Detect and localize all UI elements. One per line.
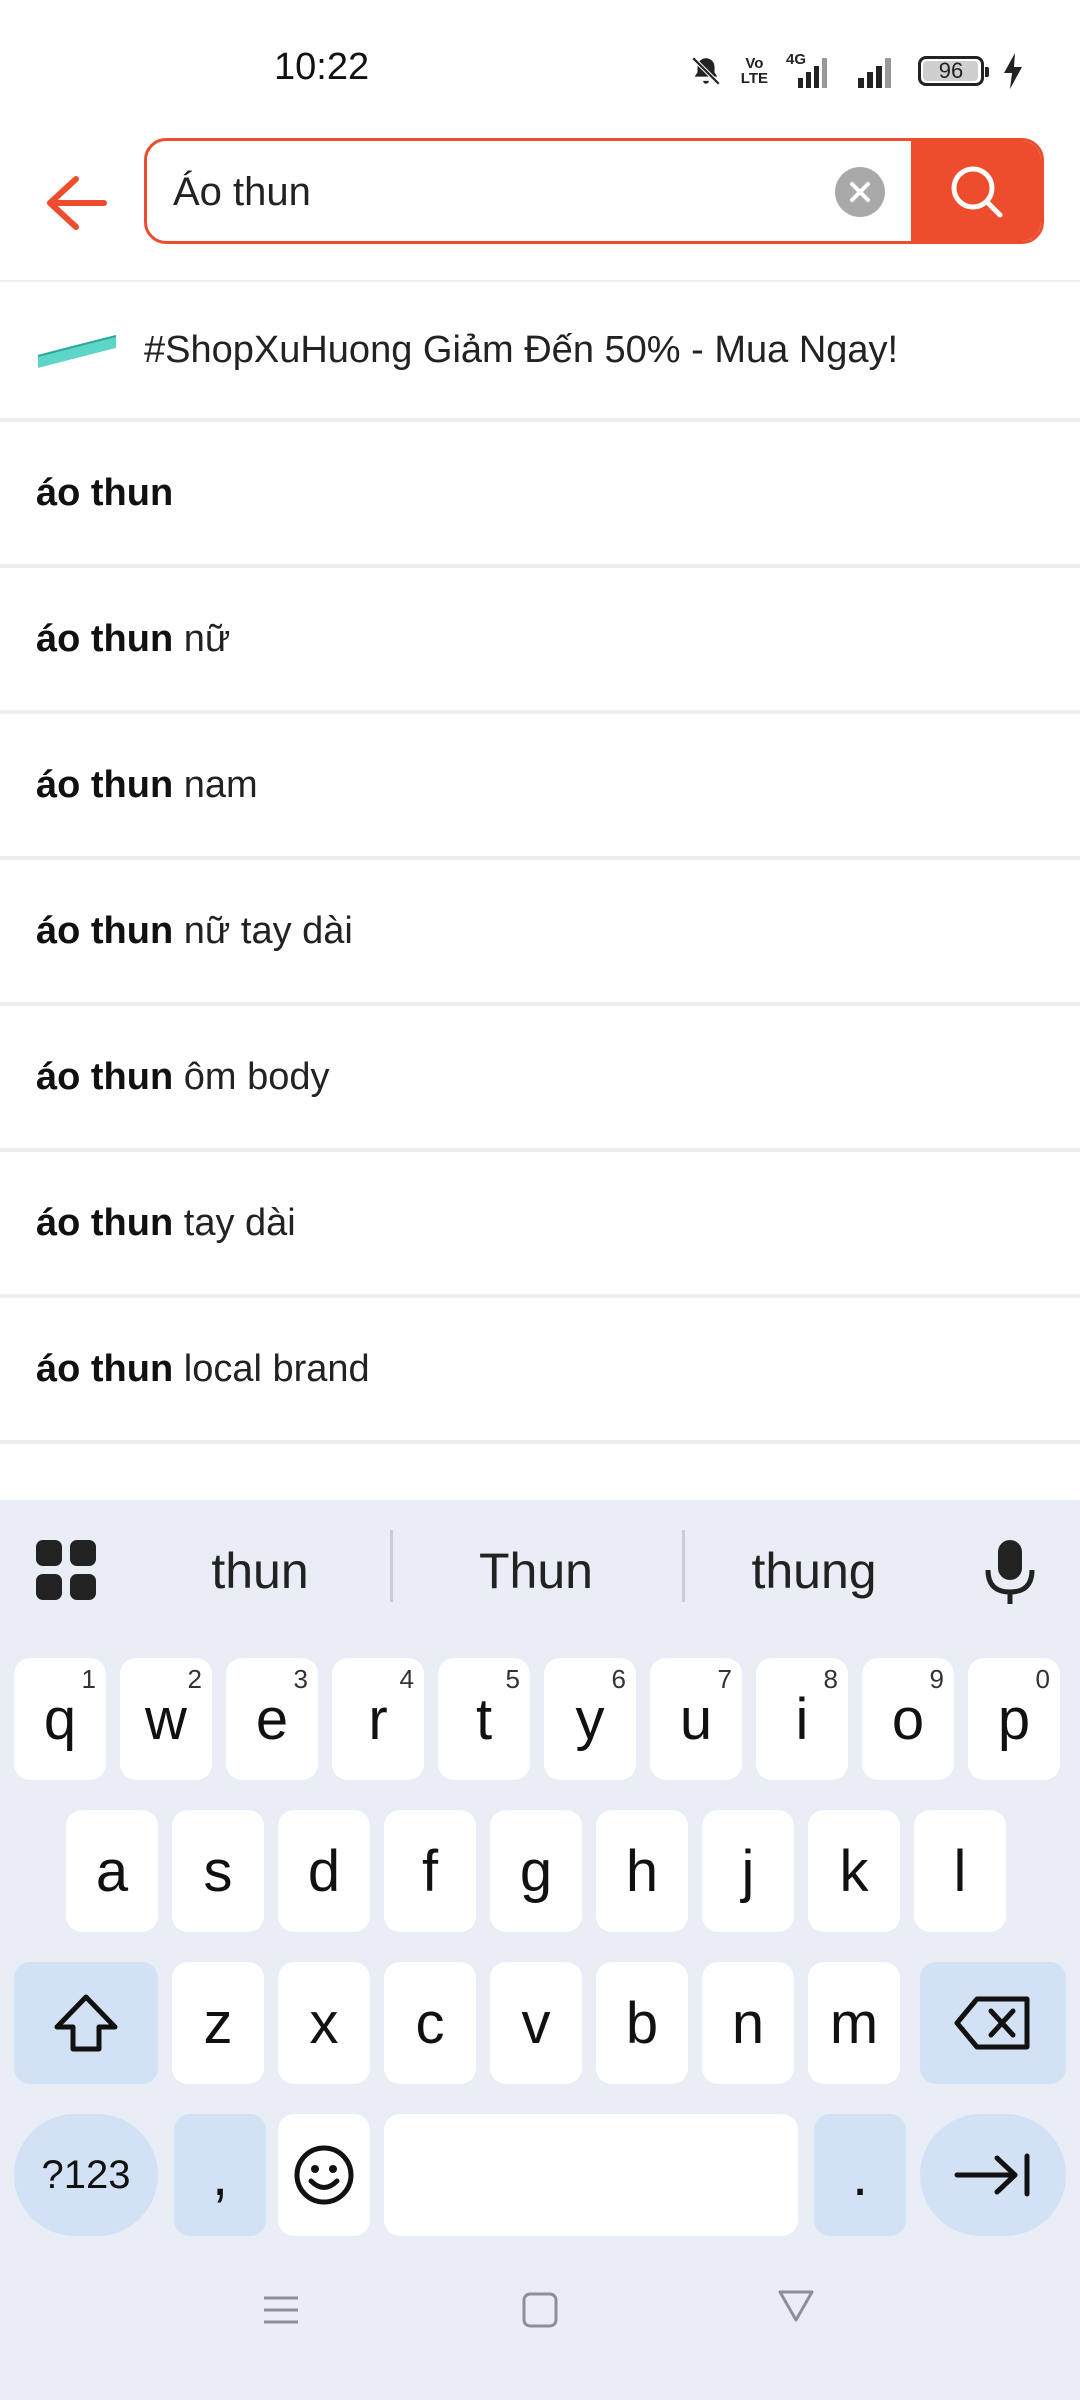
word-suggestion[interactable]: thun bbox=[150, 1536, 370, 1606]
key-e[interactable]: e3 bbox=[226, 1658, 318, 1780]
suggestion-match: áo thun bbox=[36, 1347, 174, 1390]
suggestion-item[interactable]: áo thun local brand bbox=[0, 1298, 1080, 1444]
apps-grid-icon[interactable] bbox=[36, 1540, 96, 1600]
word-suggestion[interactable]: thung bbox=[704, 1536, 924, 1606]
suggestion-item[interactable]: áo thun nam bbox=[0, 714, 1080, 860]
symbols-key[interactable]: ?123 bbox=[14, 2114, 158, 2236]
suggestion-rest: nam bbox=[173, 763, 258, 806]
close-icon bbox=[850, 182, 870, 202]
enter-key[interactable] bbox=[920, 2114, 1066, 2236]
suggestion-match: áo thun bbox=[36, 763, 174, 806]
key-t[interactable]: t5 bbox=[438, 1658, 530, 1780]
status-icons: Vo LTE 4G 96 bbox=[689, 48, 1024, 94]
shop-xu-huong-logo bbox=[37, 335, 117, 368]
key-a[interactable]: a bbox=[66, 1810, 158, 1932]
suggestion-rest: local brand bbox=[173, 1347, 370, 1390]
status-bar: 10:22 Vo LTE 4G 96 bbox=[0, 0, 1080, 130]
suggestion-rest: ôm body bbox=[173, 1055, 330, 1098]
menu-icon[interactable] bbox=[262, 2290, 300, 2330]
suggestion-item[interactable]: áo thun nữ bbox=[0, 568, 1080, 714]
key-l[interactable]: l bbox=[914, 1810, 1006, 1932]
suggestion-match: áo thun bbox=[36, 617, 174, 660]
emoji-key[interactable] bbox=[278, 2114, 370, 2236]
search-icon bbox=[951, 166, 1003, 218]
suggestion-divider bbox=[390, 1530, 393, 1602]
key-o[interactable]: o9 bbox=[862, 1658, 954, 1780]
clear-search-button[interactable] bbox=[835, 167, 885, 217]
back-button[interactable] bbox=[30, 158, 120, 248]
keyboard-suggestion-bar: thun Thun thung bbox=[0, 1500, 1080, 1640]
signal-4g-icon: 4G bbox=[786, 52, 836, 90]
charging-bolt-icon bbox=[1004, 53, 1022, 89]
key-k[interactable]: k bbox=[808, 1810, 900, 1932]
key-h[interactable]: h bbox=[596, 1810, 688, 1932]
suggestion-item[interactable]: áo thun nữ tay dài bbox=[0, 860, 1080, 1006]
search-button[interactable] bbox=[911, 141, 1041, 241]
system-nav-bar bbox=[0, 2240, 1080, 2400]
key-i[interactable]: i8 bbox=[756, 1658, 848, 1780]
key-q[interactable]: q1 bbox=[14, 1658, 106, 1780]
backspace-icon bbox=[954, 1996, 1030, 2050]
suggestion-match: áo thun bbox=[36, 909, 174, 952]
microphone-icon[interactable] bbox=[980, 1536, 1040, 1608]
square-home-icon[interactable] bbox=[520, 2290, 560, 2330]
suggestion-match: áo thun bbox=[36, 471, 174, 514]
tab-arrow-icon bbox=[954, 2153, 1030, 2197]
suggestion-rest: nữ bbox=[173, 617, 231, 660]
key-j[interactable]: j bbox=[702, 1810, 794, 1932]
key-v[interactable]: v bbox=[490, 1962, 582, 2084]
suggestion-list: #ShopXuHuong Giảm Đến 50% - Mua Ngay! áo… bbox=[0, 280, 1080, 1444]
suggestion-match: áo thun bbox=[36, 1055, 174, 1098]
signal-icon bbox=[858, 58, 891, 88]
key-r[interactable]: r4 bbox=[332, 1658, 424, 1780]
comma-key[interactable]: , bbox=[174, 2114, 266, 2236]
emoji-smile-icon bbox=[294, 2145, 354, 2205]
suggestion-match: áo thun bbox=[36, 1201, 174, 1244]
key-s[interactable]: s bbox=[172, 1810, 264, 1932]
key-n[interactable]: n bbox=[702, 1962, 794, 2084]
promo-suggestion[interactable]: #ShopXuHuong Giảm Đến 50% - Mua Ngay! bbox=[0, 280, 1080, 422]
key-f[interactable]: f bbox=[384, 1810, 476, 1932]
key-m[interactable]: m bbox=[808, 1962, 900, 2084]
key-z[interactable]: z bbox=[172, 1962, 264, 2084]
triangle-back-icon[interactable] bbox=[776, 2286, 816, 2326]
key-c[interactable]: c bbox=[384, 1962, 476, 2084]
key-y[interactable]: y6 bbox=[544, 1658, 636, 1780]
promo-text: #ShopXuHuong Giảm Đến 50% - Mua Ngay! bbox=[144, 328, 899, 371]
suggestion-rest: tay dài bbox=[173, 1201, 296, 1244]
search-box bbox=[144, 138, 1044, 244]
volte-indicator: Vo LTE bbox=[740, 55, 768, 87]
suggestion-item[interactable]: áo thun tay dài bbox=[0, 1152, 1080, 1298]
period-key[interactable]: . bbox=[814, 2114, 906, 2236]
key-w[interactable]: w2 bbox=[120, 1658, 212, 1780]
space-key[interactable] bbox=[384, 2114, 798, 2236]
battery-indicator: 96 bbox=[918, 56, 989, 86]
suggestion-divider bbox=[682, 1530, 685, 1602]
backspace-key[interactable] bbox=[920, 1962, 1066, 2084]
suggestion-item[interactable]: áo thun bbox=[0, 422, 1080, 568]
key-p[interactable]: p0 bbox=[968, 1658, 1060, 1780]
key-g[interactable]: g bbox=[490, 1810, 582, 1932]
bell-muted-icon bbox=[691, 56, 721, 86]
key-u[interactable]: u7 bbox=[650, 1658, 742, 1780]
key-x[interactable]: x bbox=[278, 1962, 370, 2084]
status-time: 10:22 bbox=[274, 46, 370, 88]
shift-icon bbox=[54, 1994, 118, 2052]
shift-key[interactable] bbox=[14, 1962, 158, 2084]
word-suggestion[interactable]: Thun bbox=[426, 1536, 646, 1606]
key-d[interactable]: d bbox=[278, 1810, 370, 1932]
suggestion-rest: nữ tay dài bbox=[173, 909, 353, 952]
key-b[interactable]: b bbox=[596, 1962, 688, 2084]
suggestion-item[interactable]: áo thun ôm body bbox=[0, 1006, 1080, 1152]
arrow-left-icon bbox=[47, 176, 107, 230]
search-header bbox=[0, 130, 1080, 280]
